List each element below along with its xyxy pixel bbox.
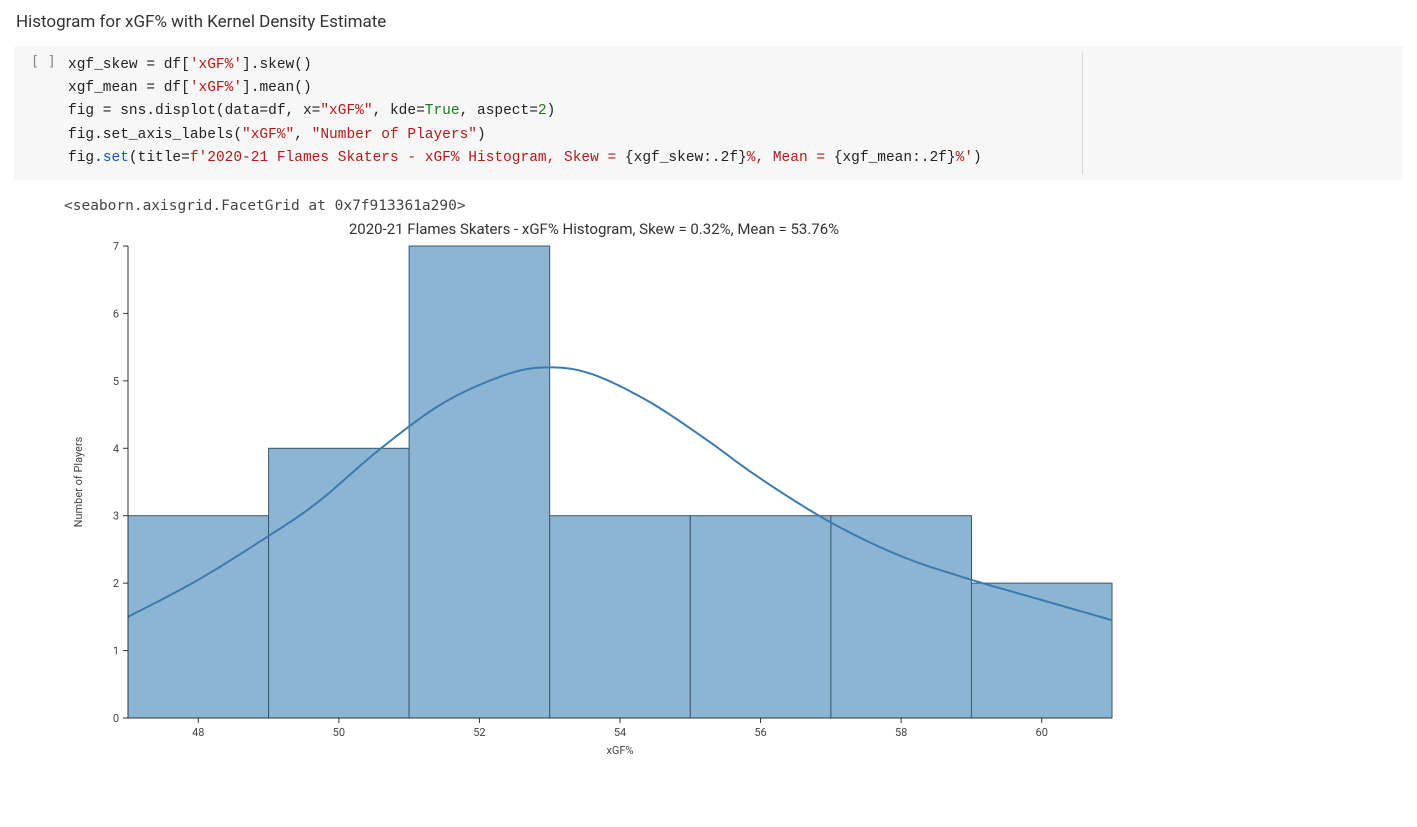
y-tick-label: 4 [113, 442, 119, 455]
code-cell: [ ] xgf_skew = df['xGF%'].skew() xgf_mea… [14, 46, 1403, 180]
histogram-svg: 0123456748505254565860xGF%Number of Play… [64, 240, 1124, 760]
output-repr: <seaborn.axisgrid.FacetGrid at 0x7f91336… [64, 198, 1403, 214]
x-tick-label: 54 [614, 726, 626, 739]
ruler [1082, 52, 1083, 174]
y-tick-label: 7 [113, 240, 119, 253]
y-tick-label: 3 [113, 510, 119, 523]
x-tick-label: 50 [333, 726, 345, 739]
x-tick-label: 52 [473, 726, 485, 739]
histogram-bar [128, 516, 269, 718]
histogram-bar [409, 246, 550, 718]
y-tick-label: 5 [113, 375, 119, 388]
x-axis-label: xGF% [606, 744, 633, 757]
chart-title: 2020-21 Flames Skaters - xGF% Histogram,… [64, 220, 1124, 238]
histogram-bar [269, 448, 410, 718]
x-tick-label: 48 [192, 726, 204, 739]
y-axis-label: Number of Players [72, 436, 85, 527]
histogram-bar [831, 516, 972, 718]
y-tick-label: 1 [113, 645, 119, 658]
chart: 2020-21 Flames Skaters - xGF% Histogram,… [64, 220, 1124, 760]
x-tick-label: 56 [754, 726, 766, 739]
x-tick-label: 60 [1036, 726, 1048, 739]
y-tick-label: 2 [113, 577, 119, 590]
histogram-bar [690, 516, 831, 718]
code-editor[interactable]: xgf_skew = df['xGF%'].skew() xgf_mean = … [64, 46, 1403, 180]
output-area: <seaborn.axisgrid.FacetGrid at 0x7f91336… [64, 198, 1403, 760]
x-tick-label: 58 [895, 726, 907, 739]
section-title: Histogram for xGF% with Kernel Density E… [16, 12, 1403, 32]
histogram-bar [550, 516, 691, 718]
histogram-bar [971, 583, 1112, 718]
y-tick-label: 6 [113, 307, 119, 320]
y-tick-label: 0 [113, 712, 119, 725]
cell-prompt: [ ] [14, 46, 64, 180]
